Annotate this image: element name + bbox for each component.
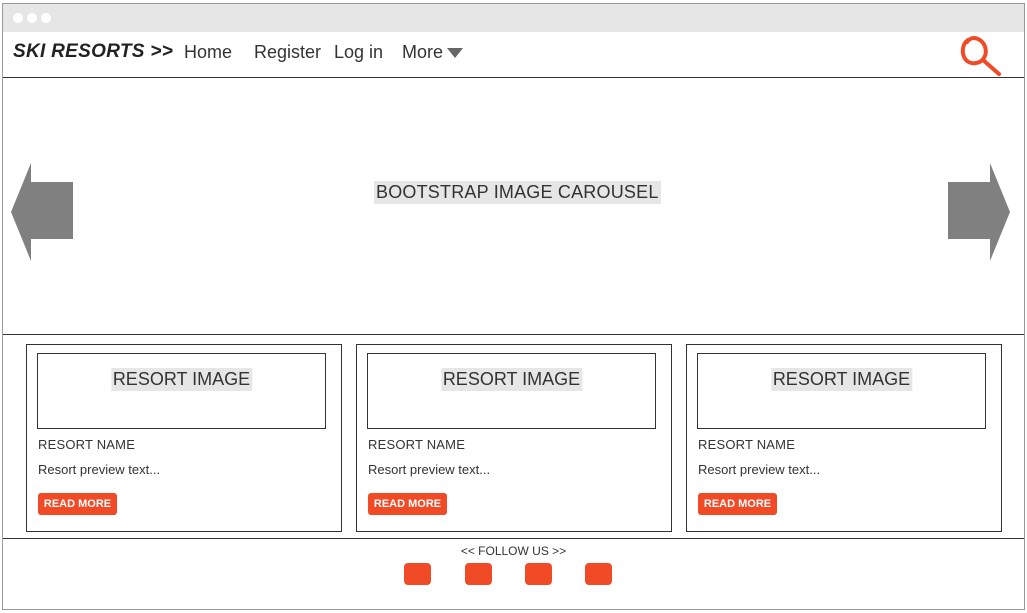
social-icon[interactable] [585, 563, 612, 585]
social-icon[interactable] [465, 563, 492, 585]
nav-register-link[interactable]: Register [254, 42, 321, 63]
read-more-button[interactable]: READ MORE [698, 493, 777, 515]
social-icon[interactable] [404, 563, 431, 585]
search-icon[interactable] [958, 34, 1008, 78]
nav-login-link[interactable]: Log in [334, 42, 383, 63]
resort-image-label: RESORT IMAGE [110, 368, 253, 391]
resort-preview-text: Resort preview text... [368, 462, 491, 477]
resort-card: RESORT IMAGE RESORT NAME Resort preview … [686, 344, 1002, 532]
resort-image-placeholder: RESORT IMAGE [697, 353, 986, 429]
resort-image-label: RESORT IMAGE [770, 368, 913, 391]
window-dot-icon [41, 13, 51, 23]
arrow-left-icon[interactable] [11, 163, 73, 261]
resort-name: RESORT NAME [38, 437, 136, 452]
browser-window: SKI RESORTS >> Home Register Log in More… [2, 3, 1025, 610]
resort-image-label: RESORT IMAGE [440, 368, 583, 391]
navbar: SKI RESORTS >> Home Register Log in More [3, 32, 1024, 78]
window-dot-icon [27, 13, 37, 23]
resort-name: RESORT NAME [368, 437, 466, 452]
chevron-down-icon[interactable] [447, 48, 463, 58]
nav-home-link[interactable]: Home [184, 42, 232, 63]
follow-us-label: << FOLLOW US >> [460, 544, 567, 558]
read-more-button[interactable]: READ MORE [38, 493, 117, 515]
brand-logo[interactable]: SKI RESORTS >> [13, 41, 173, 63]
nav-more-dropdown[interactable]: More [402, 42, 443, 63]
read-more-button[interactable]: READ MORE [368, 493, 447, 515]
window-titlebar [3, 4, 1024, 32]
resort-preview-text: Resort preview text... [698, 462, 821, 477]
arrow-right-icon[interactable] [948, 163, 1010, 261]
resort-preview-text: Resort preview text... [38, 462, 161, 477]
resort-card: RESORT IMAGE RESORT NAME Resort preview … [356, 344, 672, 532]
carousel-placeholder-label: BOOTSTRAP IMAGE CAROUSEL [374, 181, 661, 204]
resort-card: RESORT IMAGE RESORT NAME Resort preview … [26, 344, 342, 532]
resort-image-placeholder: RESORT IMAGE [37, 353, 326, 429]
footer: << FOLLOW US >> [3, 538, 1024, 609]
social-icon[interactable] [525, 563, 552, 585]
window-dot-icon [13, 13, 23, 23]
image-carousel: BOOTSTRAP IMAGE CAROUSEL [3, 78, 1024, 335]
resort-name: RESORT NAME [698, 437, 796, 452]
resort-image-placeholder: RESORT IMAGE [367, 353, 656, 429]
